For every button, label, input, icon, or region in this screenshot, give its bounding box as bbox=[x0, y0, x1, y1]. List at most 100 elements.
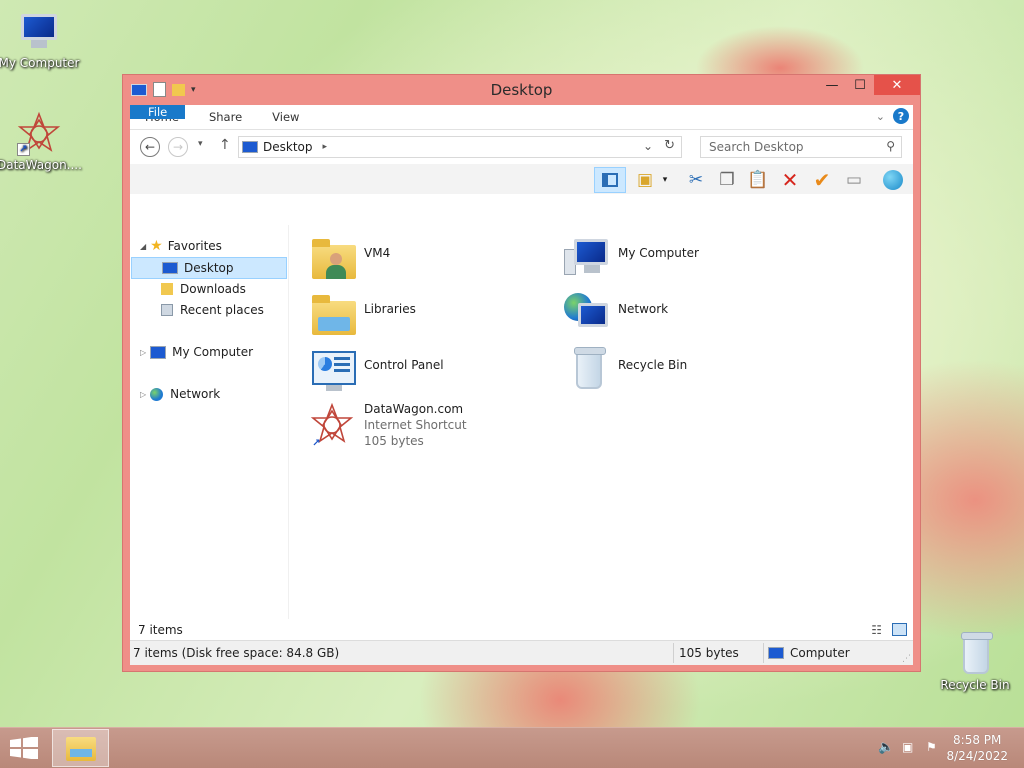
nav-favorites[interactable]: ◢ ★ Favorites bbox=[140, 235, 222, 257]
details-view-icon[interactable]: ☷ bbox=[871, 623, 882, 637]
up-button[interactable]: ↑ bbox=[219, 137, 231, 153]
nav-item-label: Recent places bbox=[180, 303, 264, 317]
expand-arrow-icon[interactable]: ▷ bbox=[140, 390, 146, 399]
address-bar[interactable]: Desktop ▸ ⌄ ↻ bbox=[238, 136, 682, 158]
tab-file[interactable]: File bbox=[130, 105, 186, 119]
large-icons-view-icon[interactable] bbox=[892, 623, 907, 636]
nav-item-label: Network bbox=[170, 387, 221, 401]
file-name: DataWagon.com bbox=[364, 402, 464, 416]
desktop-icon-recycle-bin[interactable]: Recycle Bin bbox=[933, 632, 1017, 692]
window-body: File Home Share View ⌄ ? ← → ▾ ↑ Desktop… bbox=[130, 105, 913, 665]
recent-places-icon bbox=[161, 304, 173, 316]
desktop-icon-label: Recycle Bin bbox=[940, 678, 1010, 692]
network-status-icon[interactable]: ▣ bbox=[902, 740, 913, 754]
clock-date: 8/24/2022 bbox=[946, 749, 1008, 763]
nav-network[interactable]: ▷ Network bbox=[140, 383, 220, 405]
taskbar-file-explorer[interactable] bbox=[52, 729, 109, 767]
system-tray: 🔈 ▣ ⚑ 8:58 PM 8/24/2022 bbox=[864, 728, 1024, 768]
forward-button[interactable]: → bbox=[168, 137, 188, 157]
select-folder-button[interactable]: ▣ bbox=[632, 167, 658, 193]
desktop-icon bbox=[162, 262, 178, 274]
navigation-bar: ← → ▾ ↑ Desktop ▸ ⌄ ↻ Search Desktop ⚲ bbox=[130, 130, 913, 164]
desktop-icon-datawagon[interactable]: ↗ DataWagon.... bbox=[0, 112, 82, 172]
file-name: VM4 bbox=[364, 246, 391, 260]
file-item-vm4[interactable]: VM4 bbox=[310, 235, 390, 283]
command-toolbar: ▣ ▾ ✂ ❐ 📋 ✕ ✔ ▭ bbox=[130, 164, 913, 194]
minimize-button[interactable]: — bbox=[818, 75, 846, 95]
file-item-datawagon[interactable]: ↗ DataWagon.com Internet Shortcut 105 by… bbox=[310, 399, 467, 451]
cut-icon[interactable]: ✂ bbox=[683, 167, 709, 193]
expand-ribbon-icon[interactable]: ⌄ bbox=[876, 110, 885, 123]
user-folder-icon bbox=[310, 235, 358, 283]
breadcrumb-chevron-icon[interactable]: ▸ bbox=[323, 142, 328, 152]
file-name: Control Panel bbox=[364, 358, 444, 372]
refresh-icon[interactable]: ↻ bbox=[664, 138, 675, 153]
clock[interactable]: 8:58 PM 8/24/2022 bbox=[946, 732, 1008, 764]
start-button[interactable] bbox=[10, 736, 38, 762]
nav-item-label: Desktop bbox=[184, 261, 234, 275]
network-icon bbox=[150, 387, 164, 401]
recent-locations-icon[interactable]: ▾ bbox=[198, 139, 203, 149]
computer-icon bbox=[17, 10, 61, 54]
nav-item-downloads[interactable]: Downloads bbox=[161, 278, 246, 300]
action-center-flag-icon[interactable]: ⚑ bbox=[926, 740, 937, 754]
ribbon-tabs: File Home Share View ⌄ ? bbox=[130, 105, 913, 130]
nav-item-label: Downloads bbox=[180, 282, 246, 296]
explorer-window: ▾ Desktop — ☐ ✕ File Home Share View ⌄ ?… bbox=[122, 74, 921, 672]
control-panel-icon bbox=[310, 347, 358, 395]
select-dropdown-icon[interactable]: ▾ bbox=[658, 167, 672, 193]
collapse-arrow-icon[interactable]: ◢ bbox=[140, 242, 146, 251]
nav-item-desktop[interactable]: Desktop bbox=[131, 257, 287, 279]
expand-arrow-icon[interactable]: ▷ bbox=[140, 348, 146, 357]
file-name: Libraries bbox=[364, 302, 416, 316]
content-area: ◢ ★ Favorites Desktop Downloads Recent p… bbox=[130, 225, 913, 619]
nav-item-recent-places[interactable]: Recent places bbox=[161, 299, 264, 321]
search-input[interactable]: Search Desktop ⚲ bbox=[700, 136, 902, 158]
back-button[interactable]: ← bbox=[140, 137, 160, 157]
rename-icon[interactable]: ▭ bbox=[841, 167, 867, 193]
computer-icon bbox=[564, 235, 612, 283]
downloads-icon bbox=[161, 283, 173, 295]
recycle-bin-icon bbox=[564, 347, 612, 395]
volume-muted-icon[interactable]: 🔈 bbox=[878, 740, 894, 755]
status-zone-label: Computer bbox=[790, 646, 850, 660]
close-button[interactable]: ✕ bbox=[874, 75, 920, 95]
internet-shortcut-icon: ↗ bbox=[17, 112, 61, 156]
desktop-icon-my-computer[interactable]: My Computer bbox=[0, 10, 81, 70]
tab-share[interactable]: Share bbox=[194, 105, 257, 129]
web-icon[interactable] bbox=[880, 167, 906, 193]
search-icon[interactable]: ⚲ bbox=[886, 139, 895, 153]
address-dropdown-icon[interactable]: ⌄ bbox=[643, 139, 653, 153]
status-bar: 7 items (Disk free space: 84.8 GB) 105 b… bbox=[130, 640, 913, 665]
title-bar[interactable]: ▾ Desktop — ☐ ✕ bbox=[123, 75, 920, 105]
computer-icon bbox=[150, 345, 167, 359]
file-item-network[interactable]: Network bbox=[564, 291, 668, 339]
status-zone: Computer bbox=[768, 641, 850, 665]
file-item-recycle-bin[interactable]: Recycle Bin bbox=[564, 347, 687, 395]
search-placeholder: Search Desktop bbox=[709, 140, 804, 154]
delete-icon[interactable]: ✕ bbox=[777, 167, 803, 193]
maximize-button[interactable]: ☐ bbox=[846, 75, 874, 95]
libraries-folder-icon bbox=[310, 291, 358, 339]
resize-grip-icon[interactable]: ⋰ bbox=[902, 654, 911, 664]
check-icon[interactable]: ✔ bbox=[809, 167, 835, 193]
recycle-bin-icon bbox=[953, 632, 997, 676]
status-selection-size: 105 bytes bbox=[679, 646, 739, 660]
file-item-my-computer[interactable]: My Computer bbox=[564, 235, 699, 283]
address-location[interactable]: Desktop bbox=[263, 140, 313, 154]
navigation-pane: ◢ ★ Favorites Desktop Downloads Recent p… bbox=[130, 225, 289, 619]
paste-icon[interactable]: 📋 bbox=[745, 167, 771, 193]
item-count: 7 items bbox=[138, 623, 183, 637]
help-icon[interactable]: ? bbox=[893, 108, 909, 124]
file-size: 105 bytes bbox=[364, 434, 424, 448]
desktop-icon-label: DataWagon.... bbox=[0, 158, 82, 172]
tab-view[interactable]: View bbox=[257, 105, 314, 129]
computer-icon bbox=[768, 647, 784, 659]
desktop-location-icon bbox=[242, 141, 258, 153]
file-item-control-panel[interactable]: Control Panel bbox=[310, 347, 444, 395]
copy-icon[interactable]: ❐ bbox=[714, 167, 740, 193]
nav-my-computer[interactable]: ▷ My Computer bbox=[140, 341, 253, 363]
desktop-icon-label: My Computer bbox=[0, 56, 80, 70]
preview-pane-button[interactable] bbox=[594, 167, 626, 193]
file-item-libraries[interactable]: Libraries bbox=[310, 291, 416, 339]
